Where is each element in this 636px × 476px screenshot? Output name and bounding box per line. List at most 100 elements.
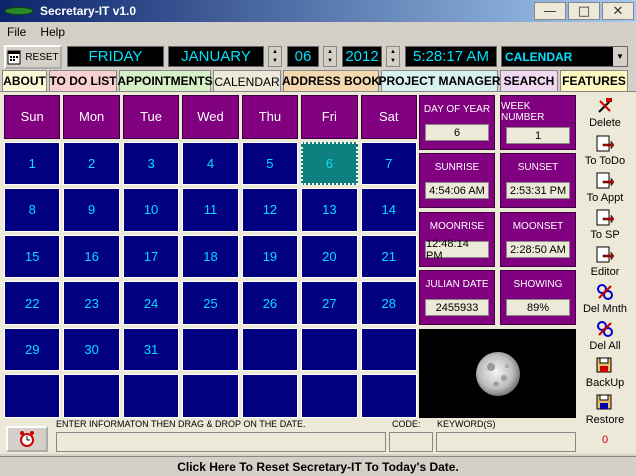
moonset-value: 2:28:50 AM — [506, 241, 570, 259]
chevron-down-icon[interactable]: ▼ — [613, 47, 627, 66]
calendar-day-22[interactable]: 22 — [4, 281, 61, 325]
spin-down-icon[interactable]: ▼ — [269, 57, 281, 67]
maximize-button[interactable]: □ — [568, 2, 600, 20]
calendar-day-9[interactable]: 9 — [63, 188, 120, 232]
calendar-day-empty[interactable] — [182, 374, 239, 418]
calendar-day-2[interactable]: 2 — [63, 141, 120, 186]
code-label: CODE: — [392, 419, 421, 429]
calendar-day-27[interactable]: 27 — [301, 281, 358, 325]
close-icon: ✕ — [612, 3, 624, 19]
calendar-day-26[interactable]: 26 — [241, 281, 299, 325]
close-button[interactable]: ✕ — [602, 2, 634, 20]
to-sp-label: To SP — [590, 229, 620, 241]
weekday-header: Sun — [4, 95, 61, 139]
tab-search[interactable]: SEARCH — [500, 70, 558, 91]
calendar-day-empty[interactable] — [360, 374, 417, 418]
calendar-day-empty[interactable] — [301, 374, 358, 418]
editor-button[interactable]: Editor — [580, 246, 630, 278]
calendar-day-23[interactable]: 23 — [63, 281, 120, 325]
calendar-day-5[interactable]: 5 — [241, 141, 299, 186]
weekday-header: Fri — [301, 95, 358, 139]
backup-button[interactable]: BackUp — [580, 357, 630, 389]
tab-appointments[interactable]: APPOINTMENTS — [117, 70, 213, 91]
spin-up-icon[interactable]: ▲ — [324, 47, 336, 57]
calendar-day-6[interactable]: 6 — [301, 141, 358, 186]
entry-instructions: ENTER INFORMATON THEN DRAG & DROP ON THE… — [56, 419, 306, 429]
calendar-day-8[interactable]: 8 — [4, 188, 61, 232]
calendar-day-14[interactable]: 14 — [360, 188, 417, 232]
calendar-day-13[interactable]: 13 — [301, 188, 358, 232]
calendar-day-empty[interactable] — [122, 374, 180, 418]
showing-box: SHOWING 89% — [500, 270, 576, 325]
calendar-day-19[interactable]: 19 — [241, 234, 299, 279]
calendar-day-12[interactable]: 12 — [241, 188, 299, 232]
tab-strip: ABOUT TO DO LIST APPOINTMENTS CALENDAR A… — [0, 70, 636, 92]
calendar-day-10[interactable]: 10 — [122, 188, 180, 232]
calendar-day-3[interactable]: 3 — [122, 141, 180, 186]
menu-help[interactable]: Help — [33, 25, 72, 39]
tab-to-do-list[interactable]: TO DO LIST — [49, 70, 117, 91]
calendar-day-24[interactable]: 24 — [122, 281, 180, 325]
calendar-day-1[interactable]: 1 — [4, 141, 61, 186]
calendar-day-empty[interactable] — [360, 327, 417, 372]
maximize-icon: □ — [577, 3, 591, 19]
tab-features[interactable]: FEATURES — [560, 70, 628, 91]
tab-address-book[interactable]: ADDRESS BOOK — [282, 70, 380, 91]
minimize-button[interactable]: — — [534, 2, 566, 20]
calendar-day-15[interactable]: 15 — [4, 234, 61, 279]
spin-up-icon[interactable]: ▲ — [269, 47, 281, 57]
menu-file[interactable]: File — [0, 25, 33, 39]
calendar-day-21[interactable]: 21 — [360, 234, 417, 279]
restore-icon — [596, 394, 612, 410]
day-of-year-label: DAY OF YEAR — [423, 103, 491, 115]
restore-button[interactable]: Restore — [580, 394, 630, 426]
calendar-day-16[interactable]: 16 — [63, 234, 120, 279]
spin-up-icon[interactable]: ▲ — [387, 47, 399, 57]
delete-month-button[interactable]: Del Mnth — [580, 283, 630, 315]
year-spinner[interactable]: ▲ ▼ — [386, 46, 400, 67]
delete-icon — [598, 98, 612, 113]
reset-to-today-bar[interactable]: Click Here To Reset Secretary-IT To Toda… — [0, 456, 636, 476]
calendar-day-11[interactable]: 11 — [182, 188, 239, 232]
weekday-display: FRIDAY — [67, 46, 164, 67]
showing-label: SHOWING — [513, 278, 563, 290]
calendar-day-7[interactable]: 7 — [360, 141, 417, 186]
alarm-button[interactable] — [6, 426, 48, 452]
calendar-day-29[interactable]: 29 — [4, 327, 61, 372]
moonset-label: MOONSET — [512, 220, 564, 232]
calendar-day-empty[interactable] — [241, 374, 299, 418]
calendar-day-empty[interactable] — [182, 327, 239, 372]
julian-date-label: JULIAN DATE — [425, 278, 489, 290]
tab-about[interactable]: ABOUT — [2, 70, 47, 91]
calendar-day-25[interactable]: 25 — [182, 281, 239, 325]
calendar-day-empty[interactable] — [241, 327, 299, 372]
calendar-reset-icon — [7, 50, 21, 65]
tab-calendar[interactable]: CALENDAR — [213, 70, 281, 92]
calendar-day-4[interactable]: 4 — [182, 141, 239, 186]
delete-button[interactable]: Delete — [580, 97, 630, 129]
tab-project-manager[interactable]: PROJECT MANAGER — [379, 70, 501, 91]
view-select[interactable]: CALENDAR ▼ — [501, 46, 628, 67]
calendar-day-empty[interactable] — [63, 374, 120, 418]
reset-button[interactable]: RESET — [4, 45, 62, 69]
keywords-field[interactable] — [436, 432, 576, 452]
calendar-day-17[interactable]: 17 — [122, 234, 180, 279]
spin-down-icon[interactable]: ▼ — [324, 57, 336, 67]
calendar-day-31[interactable]: 31 — [122, 327, 180, 372]
month-spinner[interactable]: ▲ ▼ — [268, 46, 282, 67]
delete-all-button[interactable]: Del All — [580, 320, 630, 352]
day-spinner[interactable]: ▲ ▼ — [323, 46, 337, 67]
calendar-day-28[interactable]: 28 — [360, 281, 417, 325]
to-sp-button[interactable]: To SP — [580, 209, 630, 241]
calendar-day-20[interactable]: 20 — [301, 234, 358, 279]
to-todo-button[interactable]: To ToDo — [580, 135, 630, 167]
calendar-day-empty[interactable] — [301, 327, 358, 372]
spin-down-icon[interactable]: ▼ — [387, 57, 399, 67]
sunset-label: SUNSET — [517, 161, 559, 173]
calendar-day-empty[interactable] — [4, 374, 61, 418]
entry-field[interactable] — [56, 432, 386, 452]
calendar-day-30[interactable]: 30 — [63, 327, 120, 372]
calendar-day-18[interactable]: 18 — [182, 234, 239, 279]
code-field[interactable] — [389, 432, 433, 452]
to-appt-button[interactable]: To Appt — [580, 172, 630, 204]
